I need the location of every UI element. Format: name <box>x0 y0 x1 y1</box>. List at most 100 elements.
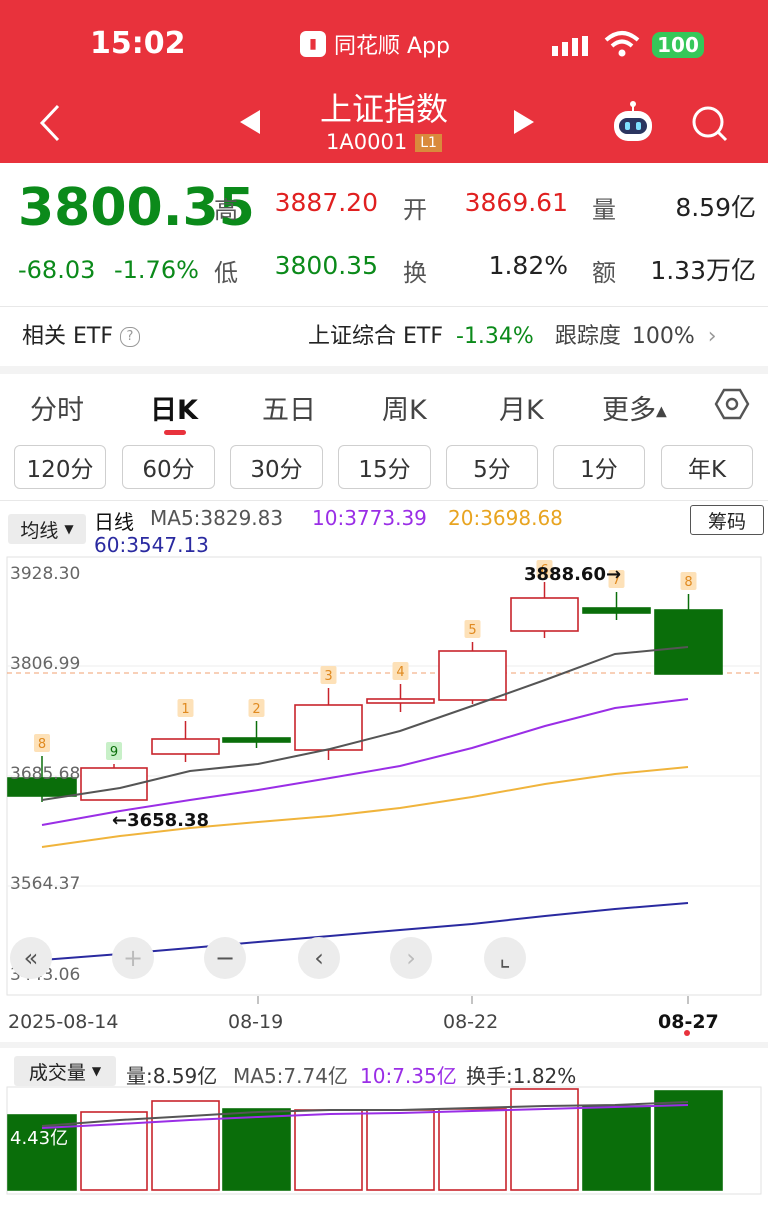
fullscreen-icon[interactable]: ⌞ <box>484 937 526 979</box>
ma5-legend: MA5:3829.83 <box>150 506 284 530</box>
candle <box>654 609 723 675</box>
volume-turnover-legend: 换手:1.82% <box>466 1064 577 1088</box>
volume-value: 8.59亿 <box>675 193 756 222</box>
active-tab-indicator <box>164 430 186 435</box>
current-date-dot <box>684 1030 690 1036</box>
volume-bar <box>438 1108 507 1191</box>
candle <box>510 597 579 632</box>
interval-year-k[interactable]: 年K <box>661 445 753 489</box>
search-icon[interactable] <box>690 104 730 144</box>
volume-chart[interactable] <box>0 1086 768 1196</box>
interval-1m[interactable]: 1分 <box>553 445 645 489</box>
tab-monthly-k[interactable]: 月K <box>499 388 544 427</box>
counter-label: 5 <box>468 623 476 638</box>
candle <box>366 698 435 704</box>
volume-selector-label: 成交量 <box>28 1061 86 1084</box>
date-label: 08-22 <box>443 1011 499 1033</box>
divider <box>0 306 768 307</box>
date-label: 2025-08-14 <box>8 1011 119 1033</box>
low-marker: ←3658.38 <box>112 810 210 831</box>
signal-icon <box>552 36 588 56</box>
high-value: 3887.20 <box>274 188 378 217</box>
etf-link[interactable]: 上证综合 ETF -1.34% 跟踪度 100% › <box>308 318 717 350</box>
zoom-in-icon[interactable]: + <box>112 937 154 979</box>
high-marker: 3888.60→ <box>524 564 622 585</box>
date-ticks <box>257 996 689 1004</box>
level-badge: L1 <box>415 134 442 152</box>
caret-down-icon: ▼ <box>64 522 74 536</box>
tab-more-label: 更多 <box>602 395 656 426</box>
counter-label: 9 <box>110 745 118 760</box>
divider <box>0 500 768 501</box>
app-logo-icon: ▮ <box>300 31 326 57</box>
interval-30m[interactable]: 30分 <box>230 445 323 489</box>
volume-bar <box>510 1088 579 1191</box>
scroll-right-icon[interactable]: › <box>390 937 432 979</box>
status-time: 15:02 <box>90 26 186 61</box>
caret-up-icon: ▲ <box>656 403 667 420</box>
price-change: -68.03 <box>18 256 96 284</box>
tab-weekly-k[interactable]: 周K <box>382 388 427 427</box>
counter-label: 1 <box>181 702 189 717</box>
section-gap <box>0 366 768 374</box>
tab-daily-k[interactable]: 日K <box>150 388 198 427</box>
app-header: 15:02 ▮ 同花顺 App 100 上证指数 1A0001 L1 <box>0 0 768 163</box>
date-label: 08-19 <box>228 1011 284 1033</box>
etf-name: 上证综合 ETF <box>308 324 443 349</box>
volume-ma5-legend: MA5:7.74亿 <box>233 1064 348 1088</box>
info-icon: ? <box>120 327 140 347</box>
volume-bar <box>582 1105 651 1191</box>
caret-down-icon: ▼ <box>91 1064 102 1078</box>
zoom-out-all-icon[interactable]: « <box>10 937 52 979</box>
volume-bar <box>294 1109 363 1191</box>
next-stock-icon[interactable] <box>512 110 534 134</box>
interval-15m[interactable]: 15分 <box>338 445 431 489</box>
section-gap <box>0 1042 768 1048</box>
amount-label: 额 <box>592 259 616 287</box>
low-value: 3800.35 <box>274 251 378 280</box>
app-indicator: ▮ 同花顺 App <box>300 28 450 60</box>
settings-hex-icon[interactable] <box>714 386 750 422</box>
volume-label: 量 <box>592 196 616 224</box>
interval-60m[interactable]: 60分 <box>122 445 215 489</box>
y-tick: 3928.30 <box>10 564 81 584</box>
interval-120m[interactable]: 120分 <box>14 445 106 489</box>
candle <box>438 650 507 701</box>
volume-indicator-selector[interactable]: 成交量 ▼ <box>14 1056 116 1086</box>
high-label: 高 <box>214 196 238 224</box>
counter-label: 8 <box>38 737 46 752</box>
counter-label: 4 <box>396 665 404 680</box>
related-etf-label: 相关 ETF <box>22 324 113 349</box>
volume-value-legend: 量:8.59亿 <box>126 1064 218 1088</box>
turnover-value: 1.82% <box>488 251 568 280</box>
zoom-out-icon[interactable]: − <box>204 937 246 979</box>
robot-assistant-icon[interactable] <box>610 100 656 144</box>
track-value: 100% <box>631 324 695 349</box>
wifi-icon <box>604 31 640 57</box>
app-name: 同花顺 App <box>334 34 450 59</box>
scroll-left-icon[interactable]: ‹ <box>298 937 340 979</box>
candle <box>222 737 291 743</box>
ma-selector[interactable]: 均线 ▼ <box>8 514 86 544</box>
interval-5m[interactable]: 5分 <box>446 445 538 489</box>
ma20-legend: 20:3698.68 <box>448 506 563 530</box>
ma10-line <box>41 698 689 826</box>
line-type-label: 日线 <box>94 510 134 534</box>
amount-value: 1.33万亿 <box>650 256 756 285</box>
tab-intraday[interactable]: 分时 <box>30 388 84 427</box>
ma-selector-label: 均线 <box>20 519 59 542</box>
price-change-pct: -1.76% <box>114 256 199 284</box>
y-tick: 3685.68 <box>10 764 81 784</box>
volume-bar <box>222 1108 291 1191</box>
chip-distribution-button[interactable]: 筹码 <box>690 505 764 535</box>
related-etf[interactable]: 相关 ETF ? <box>22 318 140 350</box>
tab-more[interactable]: 更多▲ <box>602 388 667 427</box>
chevron-right-icon: › <box>707 324 717 349</box>
low-label: 低 <box>214 259 238 287</box>
tab-five-day[interactable]: 五日 <box>262 388 316 427</box>
kline-chart[interactable]: 891 23 4567 8 <box>0 556 768 996</box>
y-tick: 3564.37 <box>10 874 81 894</box>
candle <box>151 738 220 755</box>
candle <box>582 607 651 614</box>
y-tick: 3806.99 <box>10 654 81 674</box>
